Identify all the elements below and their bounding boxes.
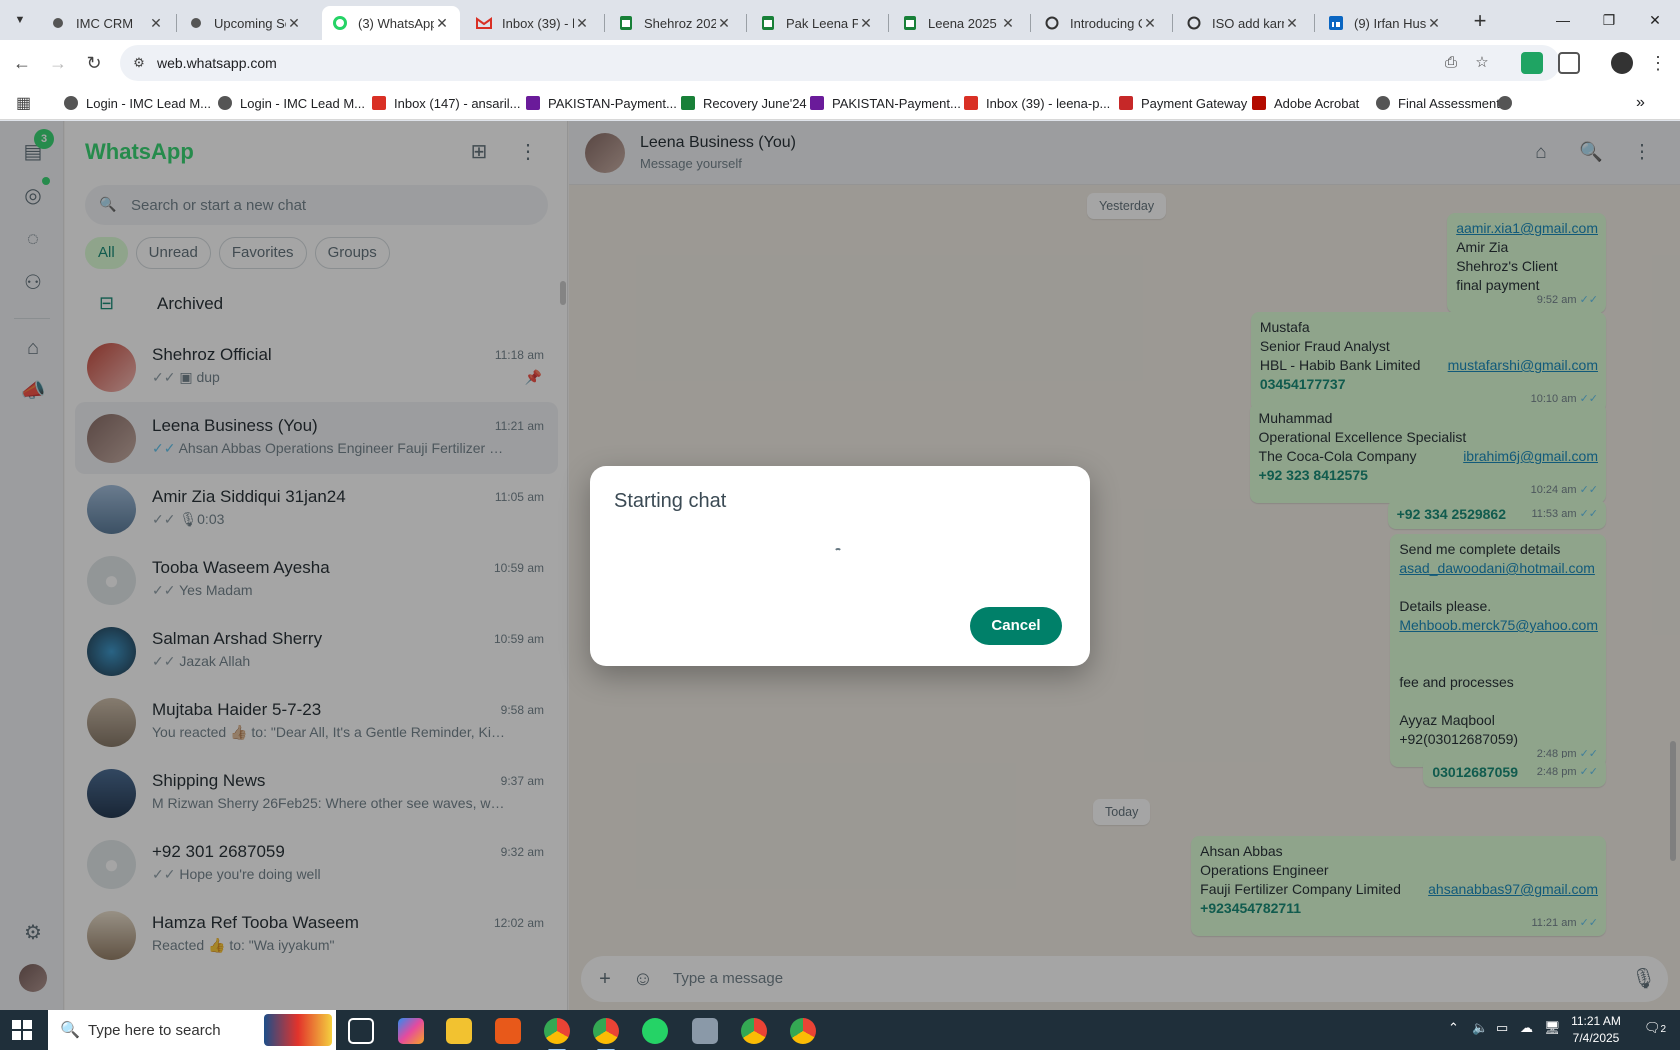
- install-app-icon[interactable]: ⎙: [1441, 53, 1461, 73]
- sheets-icon: [618, 15, 634, 31]
- bookmark-item[interactable]: PAKISTAN-Payment...: [526, 94, 677, 112]
- browser-menu-icon[interactable]: ⋮: [1646, 51, 1670, 75]
- bookmark-item[interactable]: PAKISTAN-Payment...: [810, 94, 961, 112]
- minimize-button[interactable]: —: [1540, 8, 1586, 32]
- close-icon[interactable]: ✕: [716, 15, 732, 32]
- taskbar-search-input[interactable]: 🔍 Type here to search: [48, 1010, 336, 1050]
- acrobat-icon: [1252, 96, 1266, 110]
- bookmark-item[interactable]: Login - IMC Lead M...: [218, 94, 365, 112]
- forms-icon: [526, 96, 540, 110]
- tab-search-button[interactable]: ▼: [8, 8, 32, 32]
- gmail-icon: [964, 96, 978, 110]
- close-icon[interactable]: ✕: [148, 15, 164, 32]
- tab-iso[interactable]: ISO add karn ✕: [1176, 6, 1310, 40]
- tab-imc-crm[interactable]: IMC CRM ✕: [40, 6, 174, 40]
- bookmark-item[interactable]: Inbox (39) - leena-p...: [964, 94, 1110, 112]
- crm-icon: [218, 96, 232, 110]
- back-button[interactable]: ←: [10, 51, 34, 75]
- gmail-icon: [372, 96, 386, 110]
- bookmark-item[interactable]: Payment Gateway: [1119, 94, 1247, 112]
- chrome-icon[interactable]: [790, 1018, 816, 1044]
- crm-icon: [1376, 96, 1390, 110]
- bookmark-overflow-icon[interactable]: [1498, 94, 1520, 112]
- sheets-icon: [902, 15, 918, 31]
- copilot-icon[interactable]: [398, 1018, 424, 1044]
- linkedin-icon: [1328, 15, 1344, 31]
- task-view-icon[interactable]: [348, 1018, 374, 1044]
- device-icon[interactable]: ▭: [1496, 1020, 1508, 1036]
- chrome-icon[interactable]: [741, 1018, 767, 1044]
- tab-sheets-leena[interactable]: Leena 2025 - ✕: [892, 6, 1026, 40]
- close-icon[interactable]: ✕: [574, 15, 590, 32]
- close-icon[interactable]: ✕: [286, 15, 302, 32]
- whatsapp-icon: [332, 15, 348, 31]
- system-clock[interactable]: 11:21 AM 7/4/2025: [1566, 1013, 1626, 1047]
- tab-linkedin[interactable]: (9) Irfan Huss ✕: [1318, 6, 1452, 40]
- sheets-icon: [760, 15, 776, 31]
- payment-gateway-icon: [1119, 96, 1133, 110]
- close-icon[interactable]: ✕: [1284, 15, 1300, 32]
- close-window-button[interactable]: ✕: [1632, 8, 1678, 32]
- gmail-icon: [476, 15, 492, 31]
- bookmark-item[interactable]: Recovery June'24: [681, 94, 807, 112]
- extension-icon[interactable]: [1521, 52, 1543, 74]
- tab-introducing[interactable]: Introducing C ✕: [1034, 6, 1168, 40]
- search-highlight-image: [264, 1014, 332, 1046]
- whatsapp-icon[interactable]: [642, 1018, 668, 1044]
- loading-spinner-icon: [834, 548, 842, 556]
- new-tab-button[interactable]: +: [1466, 8, 1494, 36]
- bookmark-item[interactable]: Final Assessment: [1376, 94, 1500, 112]
- weather-icon[interactable]: ☁: [1520, 1020, 1533, 1036]
- show-hidden-icons-icon[interactable]: ⌃: [1448, 1020, 1459, 1036]
- close-icon[interactable]: ✕: [858, 15, 874, 32]
- forward-button[interactable]: →: [46, 51, 70, 75]
- tab-whatsapp[interactable]: (3) WhatsApp ✕: [322, 6, 460, 40]
- tab-gmail[interactable]: Inbox (39) - le ✕: [466, 6, 600, 40]
- bookmark-star-icon[interactable]: ☆: [1472, 53, 1492, 73]
- browser-toolbar: ← → ↻ ⚙ web.whatsapp.com ⎙ ☆ ⋮: [0, 40, 1680, 86]
- profile-avatar[interactable]: [1611, 52, 1633, 74]
- apps-grid-icon[interactable]: ▦: [16, 94, 31, 112]
- close-icon[interactable]: ✕: [1426, 15, 1442, 32]
- volume-icon[interactable]: 🔈: [1472, 1020, 1488, 1036]
- dialog-title: Starting chat: [614, 490, 727, 512]
- bookmark-item[interactable]: Inbox (147) - ansaril...: [372, 94, 520, 112]
- openai-icon: [1186, 15, 1202, 31]
- cancel-button[interactable]: Cancel: [970, 607, 1062, 645]
- tab-sheets-shehroz[interactable]: Shehroz 2025 ✕: [608, 6, 742, 40]
- forms-icon: [810, 96, 824, 110]
- app-icon[interactable]: [692, 1018, 718, 1044]
- more-bookmarks-icon[interactable]: »: [1636, 94, 1645, 112]
- chrome-icon[interactable]: [544, 1018, 570, 1050]
- windows-taskbar: 🔍 Type here to search ⌃ 🔈 ▭ ☁ 🖥 11:21 AM…: [0, 1010, 1680, 1050]
- openai-icon: [1044, 15, 1060, 31]
- tab-sheets-pak-leena[interactable]: Pak Leena Pe ✕: [750, 6, 884, 40]
- browser-tab-bar: ▼ IMC CRM ✕ Upcoming Sc ✕ (3) WhatsApp ✕…: [0, 0, 1680, 40]
- crm-icon: [188, 15, 204, 31]
- close-icon[interactable]: ✕: [1142, 15, 1158, 32]
- app-icon[interactable]: [495, 1018, 521, 1044]
- close-icon[interactable]: ✕: [1000, 15, 1016, 32]
- starting-chat-dialog: Starting chat Cancel: [590, 466, 1090, 666]
- file-explorer-icon[interactable]: [446, 1018, 472, 1044]
- address-bar[interactable]: ⚙ web.whatsapp.com ⎙ ☆: [120, 45, 1560, 81]
- crm-icon: [64, 96, 78, 110]
- close-icon[interactable]: ✕: [434, 15, 450, 32]
- notification-icon[interactable]: 🗨2: [1644, 1020, 1666, 1036]
- bookmarks-bar: ▦ Login - IMC Lead M... Login - IMC Lead…: [0, 86, 1680, 120]
- chrome-icon[interactable]: [593, 1018, 619, 1050]
- bookmark-item[interactable]: Login - IMC Lead M...: [64, 94, 211, 112]
- windows-start-icon[interactable]: [12, 1020, 32, 1040]
- network-icon[interactable]: 🖥: [1544, 1020, 1561, 1036]
- reload-button[interactable]: ↻: [82, 51, 106, 75]
- extensions-puzzle-icon[interactable]: [1558, 52, 1580, 74]
- crm-icon: [50, 15, 66, 31]
- site-info-icon[interactable]: ⚙: [130, 54, 148, 72]
- sheets-icon: [681, 96, 695, 110]
- restore-button[interactable]: ❐: [1586, 8, 1632, 32]
- bookmark-item[interactable]: Adobe Acrobat: [1252, 94, 1359, 112]
- search-icon: 🔍: [60, 1022, 80, 1039]
- tab-upcoming[interactable]: Upcoming Sc ✕: [178, 6, 312, 40]
